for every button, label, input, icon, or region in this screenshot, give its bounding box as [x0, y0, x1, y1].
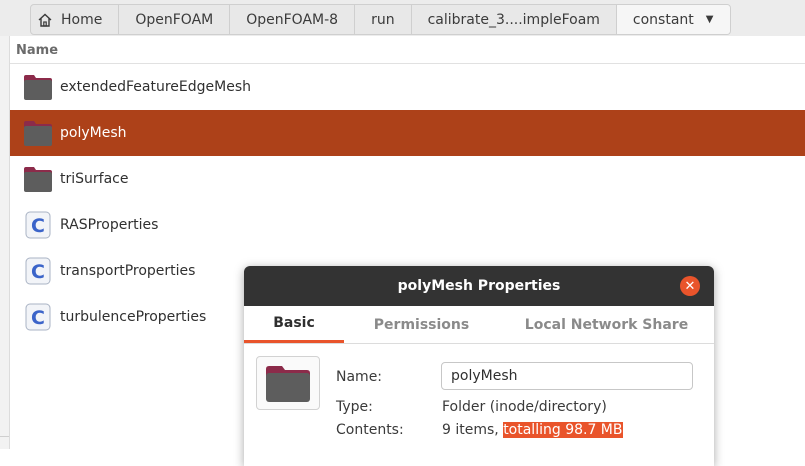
folder-icon — [23, 72, 53, 102]
breadcrumb-item-calibrate[interactable]: calibrate_3....impleFoam — [412, 5, 617, 34]
breadcrumb-label: constant — [632, 11, 694, 28]
path-bar: Home OpenFOAM OpenFOAM-8 run calibrate_3… — [0, 0, 805, 36]
c-source-file-icon: C — [23, 256, 53, 286]
tab-label: Local Network Share — [524, 316, 689, 333]
breadcrumb-label: calibrate_3....impleFoam — [427, 11, 600, 28]
tab-label: Basic — [273, 315, 315, 331]
breadcrumb-home[interactable]: Home — [31, 5, 120, 34]
tab-permissions[interactable]: Permissions — [344, 306, 499, 343]
properties-dialog: polyMesh Properties ✕ Basic Permissions … — [244, 266, 714, 466]
chevron-down-icon[interactable]: ▼ — [706, 14, 714, 25]
type-value: Folder (inode/directory) — [442, 399, 607, 415]
c-source-file-icon: C — [23, 210, 53, 240]
tab-label: Permissions — [373, 316, 470, 333]
type-label: Type: — [336, 399, 373, 415]
file-row-rasproperties[interactable]: C RASProperties — [10, 202, 805, 248]
contents-count: 9 items, — [442, 422, 499, 438]
column-header-name[interactable]: Name — [10, 37, 805, 64]
folder-icon — [23, 164, 53, 194]
file-name: RASProperties — [60, 217, 159, 233]
name-label: Name: — [336, 369, 383, 385]
contents-total: totalling 98.7 MB — [503, 422, 623, 438]
sidebar-divider — [0, 436, 9, 437]
folder-icon — [23, 118, 53, 148]
file-name: turbulenceProperties — [60, 309, 207, 325]
dialog-title: polyMesh Properties — [397, 278, 561, 294]
folder-icon — [256, 356, 320, 410]
home-icon — [38, 13, 52, 27]
c-source-file-icon: C — [23, 302, 53, 332]
breadcrumb-item-constant[interactable]: constant ▼ — [616, 5, 730, 34]
file-row-polymesh[interactable]: polyMesh — [10, 110, 805, 156]
file-name: extendedFeatureEdgeMesh — [60, 79, 252, 95]
svg-text:C: C — [31, 307, 45, 329]
breadcrumb-label: OpenFOAM-8 — [246, 11, 339, 28]
tab-basic[interactable]: Basic — [244, 306, 344, 343]
breadcrumb-item-openfoam[interactable]: OpenFOAM — [119, 5, 231, 34]
dialog-tabs: Basic Permissions Local Network Share — [244, 306, 714, 344]
dialog-titlebar[interactable]: polyMesh Properties ✕ — [244, 266, 714, 306]
breadcrumb-label: Home — [61, 11, 103, 28]
breadcrumb-label: OpenFOAM — [135, 11, 214, 28]
breadcrumb-label: run — [371, 11, 395, 28]
file-name: polyMesh — [60, 125, 127, 141]
tab-local-network-share[interactable]: Local Network Share — [499, 306, 714, 343]
close-button[interactable]: ✕ — [680, 276, 700, 296]
name-input[interactable] — [441, 362, 693, 390]
contents-label: Contents: — [336, 422, 404, 438]
file-row-trisurface[interactable]: triSurface — [10, 156, 805, 202]
svg-text:C: C — [31, 215, 45, 237]
contents-value: 9 items, totalling 98.7 MB — [442, 422, 623, 438]
breadcrumb-item-openfoam-8[interactable]: OpenFOAM-8 — [230, 5, 356, 34]
close-icon: ✕ — [684, 278, 696, 294]
svg-text:C: C — [31, 261, 45, 283]
breadcrumb: Home OpenFOAM OpenFOAM-8 run calibrate_3… — [30, 4, 731, 35]
sidebar-edge — [0, 36, 10, 449]
column-header-label: Name — [16, 42, 59, 58]
file-name: transportProperties — [60, 263, 196, 279]
file-name: triSurface — [60, 171, 129, 187]
file-row-extendedfeatureedgemesh[interactable]: extendedFeatureEdgeMesh — [10, 64, 805, 110]
breadcrumb-item-run[interactable]: run — [355, 5, 412, 34]
